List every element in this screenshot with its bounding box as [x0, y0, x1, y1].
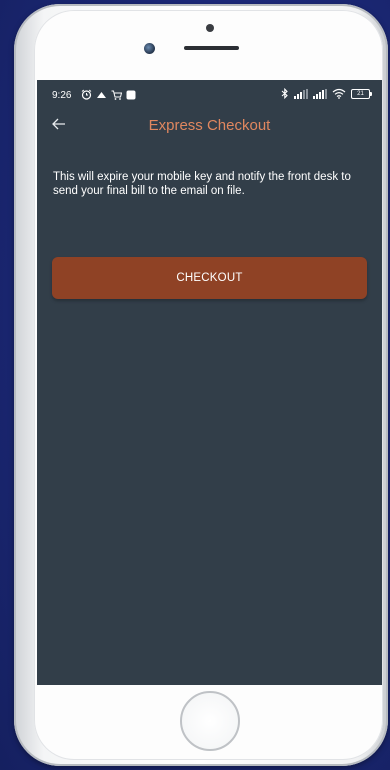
phone-screen: 9:26 21 Express Checkout This will expir… — [37, 80, 382, 685]
front-camera — [144, 43, 155, 54]
page-title: Express Checkout — [148, 117, 271, 134]
checkout-message: This will expire your mobile key and not… — [53, 171, 351, 197]
earpiece-speaker — [184, 46, 239, 50]
wifi-icon — [332, 88, 346, 99]
status-right-icons: 21 — [281, 88, 372, 99]
bluetooth-icon — [281, 88, 289, 99]
home-button[interactable] — [180, 691, 240, 751]
cart-icon — [111, 90, 122, 100]
app-bar: Express Checkout — [37, 112, 382, 140]
checkout-button[interactable]: CHECKOUT — [52, 257, 367, 299]
status-left-icons — [81, 89, 136, 100]
status-bar: 9:26 21 — [37, 80, 382, 110]
proximity-sensor — [206, 24, 214, 32]
square-notification-icon — [126, 90, 136, 100]
signal-icon — [294, 88, 308, 99]
battery-icon: 21 — [351, 88, 372, 99]
signal-icon — [313, 88, 327, 99]
cloud-icon — [96, 90, 107, 99]
alarm-icon — [81, 89, 92, 100]
status-time: 9:26 — [52, 90, 72, 101]
